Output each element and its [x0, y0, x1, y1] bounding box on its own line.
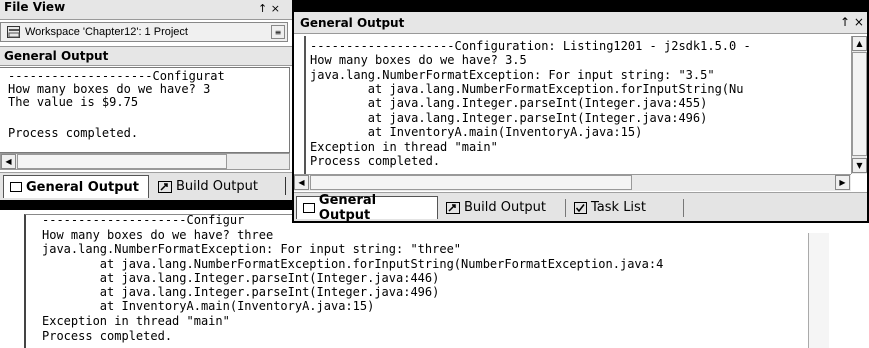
left-output-pane[interactable]: --------------------Configurat How many … [0, 67, 290, 153]
output-window-icon [303, 203, 315, 213]
scroll-left-icon[interactable]: ◀ [294, 175, 309, 190]
right-output-line-4: at java.lang.Integer.parseInt(Integer.ja… [310, 96, 708, 110]
right-panel-pin-close[interactable]: ↑ × [840, 15, 864, 29]
build-output-icon [446, 201, 460, 214]
left-output-line-1: How many boxes do we have? 3 [8, 82, 211, 96]
left-general-output-title: General Output [4, 49, 109, 63]
left-output-line-2: The value is $9.75 [8, 95, 139, 109]
bottom-pane-top-border [0, 200, 292, 210]
tab-left-build-output-label: Build Output [176, 179, 258, 194]
right-vscroll-thumb[interactable] [852, 52, 867, 156]
right-panel-top-bar [292, 0, 869, 12]
tab-divider [285, 177, 287, 195]
output-window-icon [10, 182, 22, 192]
right-output-line-7: Exception in thread "main" [310, 140, 498, 154]
bottom-output-line-7: Exception in thread "main" [42, 314, 230, 328]
build-output-icon [158, 180, 172, 193]
right-output-line-3: at java.lang.NumberFormatException.forIn… [310, 82, 744, 96]
tab-left-general-output[interactable]: General Output [3, 175, 149, 198]
bottom-output-line-8: Process completed. [42, 329, 173, 343]
workspace-spin-icon[interactable]: ≡ [271, 25, 285, 39]
task-list-checkbox-icon [574, 201, 587, 214]
bottom-output-line-1: How many boxes do we have? three [42, 228, 274, 242]
right-hscroll-thumb[interactable] [310, 175, 632, 190]
tab-divider [565, 199, 566, 217]
tab-right-build-output[interactable]: Build Output [440, 196, 560, 219]
right-panel-header: General Output ↑ × [294, 12, 867, 34]
right-output-line-1: How many boxes do we have? 3.5 [310, 53, 527, 67]
tab-right-task-list-label: Task List [591, 200, 646, 215]
right-horizontal-scrollbar[interactable]: ◀ ▶ [294, 174, 851, 191]
file-view-pin-close[interactable]: ↑ × [258, 2, 280, 15]
right-output-pane[interactable]: --------------------Configuration: Listi… [294, 36, 851, 174]
bottom-output-line-3: at java.lang.NumberFormatException.forIn… [42, 258, 664, 271]
file-view-header: File View ↑ × [0, 0, 292, 20]
tab-right-general-output-label: General Output [318, 193, 377, 223]
left-tab-bar: General Output Build Output [0, 172, 292, 200]
workspace-icon [7, 26, 20, 38]
right-output-line-0: --------------------Configuration: Listi… [310, 39, 751, 53]
left-general-output-header: General Output [0, 46, 292, 66]
tab-right-build-output-label: Build Output [464, 200, 546, 215]
scroll-up-icon[interactable]: ▲ [852, 36, 867, 51]
right-pane-frame [304, 36, 306, 174]
right-output-line-2: java.lang.NumberFormatException: For inp… [310, 68, 715, 82]
tab-left-general-output-label: General Output [26, 179, 140, 195]
bottom-output-line-2: java.lang.NumberFormatException: For inp… [42, 242, 462, 256]
bottom-output-line-4: at java.lang.Integer.parseInt(Integer.ja… [42, 271, 440, 285]
tab-left-build-output[interactable]: Build Output [152, 175, 272, 198]
left-scroll-thumb[interactable] [17, 154, 227, 169]
scroll-left-icon[interactable]: ◀ [1, 154, 16, 169]
bottom-output-line-6: at InventoryA.main(InventoryA.java:15) [42, 299, 375, 313]
left-output-line-0: --------------------Configurat [8, 69, 225, 83]
bottom-output-line-0: --------------------Configur [42, 213, 245, 227]
workspace-label: Workspace 'Chapter12': 1 Project [25, 26, 188, 38]
tab-divider [683, 199, 684, 217]
workspace-selector[interactable]: Workspace 'Chapter12': 1 Project ≡ [0, 22, 288, 42]
bottom-vertical-scrollbar[interactable] [808, 233, 829, 348]
left-horizontal-scrollbar[interactable]: ◀ [0, 153, 290, 170]
file-view-title: File View [4, 0, 66, 14]
scroll-down-icon[interactable]: ▼ [852, 158, 867, 173]
right-tab-bar: General Output Build Output Task List [294, 192, 867, 223]
right-output-line-5: at java.lang.Integer.parseInt(Integer.ja… [310, 111, 708, 125]
tab-right-task-list[interactable]: Task List [568, 196, 678, 219]
right-output-line-8: Process completed. [310, 154, 441, 168]
right-panel-title: General Output [300, 16, 405, 30]
scroll-right-icon[interactable]: ▶ [835, 175, 850, 190]
tab-right-general-output[interactable]: General Output [296, 193, 438, 223]
left-output-line-4: Process completed. [8, 126, 139, 140]
bottom-output-line-5: at java.lang.Integer.parseInt(Integer.ja… [42, 285, 440, 299]
right-output-line-6: at InventoryA.main(InventoryA.java:15) [310, 125, 643, 139]
right-vertical-scrollbar[interactable]: ▲ ▼ [851, 36, 867, 174]
